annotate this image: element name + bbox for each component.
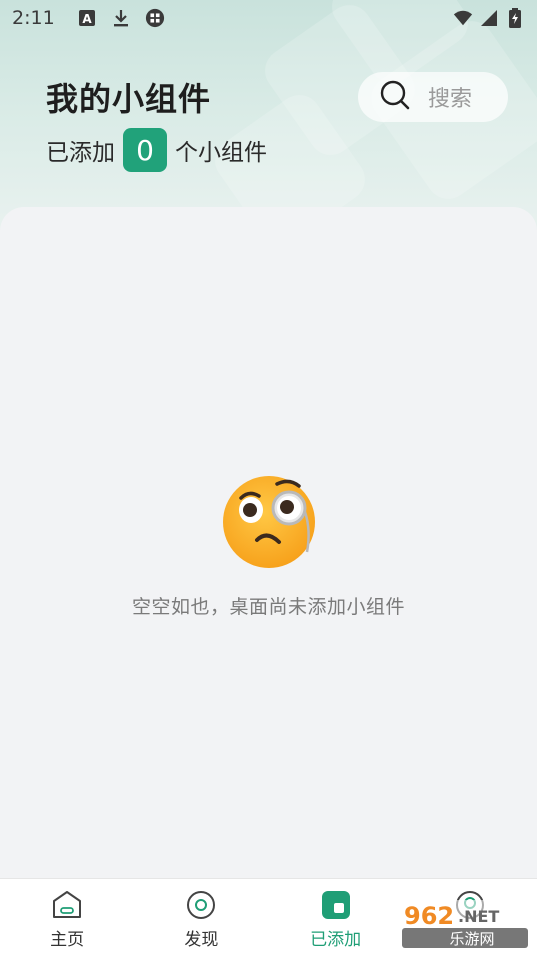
- download-icon: [111, 8, 131, 28]
- search-placeholder: 搜索: [428, 87, 473, 112]
- search-button[interactable]: 搜索: [358, 72, 508, 122]
- wifi-icon: [453, 8, 473, 28]
- nav-item-discover[interactable]: 发现: [134, 879, 268, 956]
- svg-text:962: 962: [404, 902, 454, 930]
- added-count-badge: 0: [123, 128, 167, 172]
- search-icon: [378, 78, 412, 116]
- empty-state: 空空如也，桌面尚未添加小组件: [0, 470, 537, 619]
- added-count-line: 已添加 0 个小组件: [46, 128, 267, 172]
- empty-message: 空空如也，桌面尚未添加小组件: [131, 596, 405, 618]
- svg-text:A: A: [82, 12, 92, 26]
- signal-icon: [479, 8, 499, 28]
- status-bar: 2:11 A: [0, 0, 537, 36]
- nav-item-home[interactable]: 主页: [0, 879, 134, 956]
- site-watermark-logo: 962 .NET 乐游网: [400, 900, 530, 950]
- discover-icon: [185, 889, 217, 921]
- monocle-face-emoji-icon: [219, 470, 319, 574]
- added-icon: [320, 889, 352, 921]
- status-time: 2:11: [12, 7, 55, 29]
- added-suffix-label: 个小组件: [175, 140, 267, 166]
- page-title: 我的小组件: [46, 80, 212, 118]
- nav-label-home: 主页: [50, 930, 85, 950]
- nav-item-added[interactable]: 已添加: [269, 879, 403, 956]
- home-icon: [51, 889, 83, 921]
- nav-label-discover: 发现: [184, 930, 219, 950]
- nav-label-added: 已添加: [310, 930, 362, 950]
- added-prefix-label: 已添加: [46, 140, 115, 166]
- svg-text:乐游网: 乐游网: [449, 930, 494, 948]
- svg-text:.NET: .NET: [458, 907, 499, 926]
- app-notification-icon: [145, 8, 165, 28]
- battery-icon: [505, 8, 525, 28]
- font-notification-icon: A: [77, 8, 97, 28]
